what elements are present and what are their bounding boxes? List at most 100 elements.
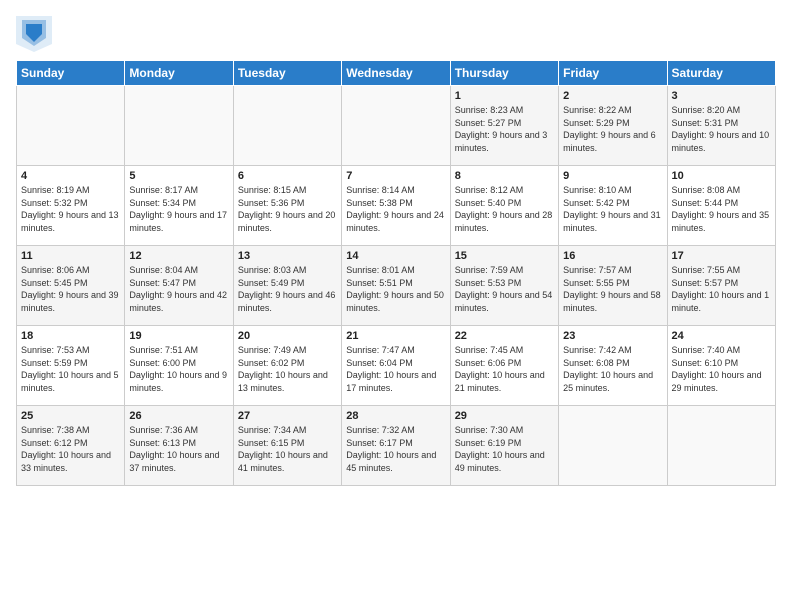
weekday-tuesday: Tuesday [233, 61, 341, 86]
day-number: 2 [563, 90, 662, 102]
calendar-cell [233, 86, 341, 166]
weekday-friday: Friday [559, 61, 667, 86]
calendar-cell: 26 Sunrise: 7:36 AM Sunset: 6:13 PM Dayli… [125, 406, 233, 486]
day-number: 10 [672, 170, 771, 182]
day-info: Sunrise: 7:34 AM Sunset: 6:15 PM Dayligh… [238, 424, 337, 474]
calendar-cell: 14Sunrise: 8:01 AM Sunset: 5:51 PM Dayli… [342, 246, 450, 326]
day-info: Sunrise: 8:19 AM Sunset: 5:32 PM Dayligh… [21, 184, 120, 234]
calendar-cell [125, 86, 233, 166]
day-number: 1 [455, 90, 554, 102]
calendar-cell: 21 Sunrise: 7:47 AM Sunset: 6:04 PM Dayli… [342, 326, 450, 406]
calendar-cell [667, 406, 775, 486]
day-number: 4 [21, 170, 120, 182]
day-number: 17 [672, 250, 771, 262]
day-number: 25 [21, 410, 120, 422]
day-number: 23 [563, 330, 662, 342]
calendar-table: SundayMondayTuesdayWednesdayThursdayFrid… [16, 60, 776, 486]
calendar-cell: 4 Sunrise: 8:19 AM Sunset: 5:32 PM Daylig… [17, 166, 125, 246]
day-info: Sunrise: 8:04 AM Sunset: 5:47 PM Dayligh… [129, 264, 228, 314]
calendar-cell: 3 Sunrise: 8:20 AM Sunset: 5:31 PM Daylig… [667, 86, 775, 166]
day-info: Sunrise: 7:36 AM Sunset: 6:13 PM Dayligh… [129, 424, 228, 474]
calendar-cell: 8 Sunrise: 8:12 AM Sunset: 5:40 PM Daylig… [450, 166, 558, 246]
calendar-cell: 25 Sunrise: 7:38 AM Sunset: 6:12 PM Dayli… [17, 406, 125, 486]
calendar-cell: 28 Sunrise: 7:32 AM Sunset: 6:17 PM Dayli… [342, 406, 450, 486]
day-number: 14 [346, 250, 445, 262]
day-info: Sunrise: 8:23 AM Sunset: 5:27 PM Dayligh… [455, 104, 554, 154]
day-info: Sunrise: 8:14 AM Sunset: 5:38 PM Dayligh… [346, 184, 445, 234]
calendar-cell [559, 406, 667, 486]
day-info: Sunrise: 8:15 AM Sunset: 5:36 PM Dayligh… [238, 184, 337, 234]
day-info: Sunrise: 8:12 AM Sunset: 5:40 PM Dayligh… [455, 184, 554, 234]
calendar-cell: 1 Sunrise: 8:23 AM Sunset: 5:27 PM Daylig… [450, 86, 558, 166]
day-info: Sunrise: 7:42 AM Sunset: 6:08 PM Dayligh… [563, 344, 662, 394]
calendar-cell: 2Sunrise: 8:22 AM Sunset: 5:29 PM Daylig… [559, 86, 667, 166]
day-number: 19 [129, 330, 228, 342]
day-number: 26 [129, 410, 228, 422]
day-number: 20 [238, 330, 337, 342]
day-number: 12 [129, 250, 228, 262]
day-info: Sunrise: 8:17 AM Sunset: 5:34 PM Dayligh… [129, 184, 228, 234]
calendar-cell: 18Sunrise: 7:53 AM Sunset: 5:59 PM Dayli… [17, 326, 125, 406]
week-row-0: 1 Sunrise: 8:23 AM Sunset: 5:27 PM Daylig… [17, 86, 776, 166]
calendar-cell: 16 Sunrise: 7:57 AM Sunset: 5:55 PM Dayli… [559, 246, 667, 326]
day-info: Sunrise: 7:32 AM Sunset: 6:17 PM Dayligh… [346, 424, 445, 474]
week-row-1: 4 Sunrise: 8:19 AM Sunset: 5:32 PM Daylig… [17, 166, 776, 246]
calendar-cell: 6 Sunrise: 8:15 AM Sunset: 5:36 PM Daylig… [233, 166, 341, 246]
page: SundayMondayTuesdayWednesdayThursdayFrid… [0, 0, 792, 496]
day-number: 18 [21, 330, 120, 342]
day-number: 15 [455, 250, 554, 262]
day-number: 24 [672, 330, 771, 342]
calendar-cell: 17 Sunrise: 7:55 AM Sunset: 5:57 PM Dayli… [667, 246, 775, 326]
day-number: 3 [672, 90, 771, 102]
calendar-cell: 12 Sunrise: 8:04 AM Sunset: 5:47 PM Dayli… [125, 246, 233, 326]
day-info: Sunrise: 7:40 AM Sunset: 6:10 PM Dayligh… [672, 344, 771, 394]
calendar-cell: 15 Sunrise: 7:59 AM Sunset: 5:53 PM Dayli… [450, 246, 558, 326]
logo [16, 16, 58, 52]
day-number: 29 [455, 410, 554, 422]
day-info: Sunrise: 7:30 AM Sunset: 6:19 PM Dayligh… [455, 424, 554, 474]
weekday-saturday: Saturday [667, 61, 775, 86]
calendar-cell: 11Sunrise: 8:06 AM Sunset: 5:45 PM Dayli… [17, 246, 125, 326]
day-info: Sunrise: 8:10 AM Sunset: 5:42 PM Dayligh… [563, 184, 662, 234]
calendar-cell: 27Sunrise: 7:34 AM Sunset: 6:15 PM Dayli… [233, 406, 341, 486]
day-info: Sunrise: 7:57 AM Sunset: 5:55 PM Dayligh… [563, 264, 662, 314]
calendar-cell: 10 Sunrise: 8:08 AM Sunset: 5:44 PM Dayli… [667, 166, 775, 246]
weekday-sunday: Sunday [17, 61, 125, 86]
calendar-cell: 24 Sunrise: 7:40 AM Sunset: 6:10 PM Dayli… [667, 326, 775, 406]
calendar-cell: 7Sunrise: 8:14 AM Sunset: 5:38 PM Daylig… [342, 166, 450, 246]
day-info: Sunrise: 8:06 AM Sunset: 5:45 PM Dayligh… [21, 264, 120, 314]
calendar-cell [17, 86, 125, 166]
calendar-cell: 5 Sunrise: 8:17 AM Sunset: 5:34 PM Daylig… [125, 166, 233, 246]
calendar-cell: 22Sunrise: 7:45 AM Sunset: 6:06 PM Dayli… [450, 326, 558, 406]
day-number: 8 [455, 170, 554, 182]
day-number: 5 [129, 170, 228, 182]
day-number: 28 [346, 410, 445, 422]
day-info: Sunrise: 7:47 AM Sunset: 6:04 PM Dayligh… [346, 344, 445, 394]
header [16, 16, 776, 52]
day-info: Sunrise: 8:03 AM Sunset: 5:49 PM Dayligh… [238, 264, 337, 314]
day-info: Sunrise: 7:55 AM Sunset: 5:57 PM Dayligh… [672, 264, 771, 314]
calendar-cell: 13 Sunrise: 8:03 AM Sunset: 5:49 PM Dayli… [233, 246, 341, 326]
calendar-cell: 9 Sunrise: 8:10 AM Sunset: 5:42 PM Daylig… [559, 166, 667, 246]
day-number: 6 [238, 170, 337, 182]
day-info: Sunrise: 8:20 AM Sunset: 5:31 PM Dayligh… [672, 104, 771, 154]
day-number: 9 [563, 170, 662, 182]
day-info: Sunrise: 7:59 AM Sunset: 5:53 PM Dayligh… [455, 264, 554, 314]
day-info: Sunrise: 7:49 AM Sunset: 6:02 PM Dayligh… [238, 344, 337, 394]
calendar-header: SundayMondayTuesdayWednesdayThursdayFrid… [17, 61, 776, 86]
calendar-cell: 20 Sunrise: 7:49 AM Sunset: 6:02 PM Dayli… [233, 326, 341, 406]
weekday-thursday: Thursday [450, 61, 558, 86]
weekday-monday: Monday [125, 61, 233, 86]
calendar-cell: 23 Sunrise: 7:42 AM Sunset: 6:08 PM Dayli… [559, 326, 667, 406]
day-number: 22 [455, 330, 554, 342]
calendar-cell: 29 Sunrise: 7:30 AM Sunset: 6:19 PM Dayli… [450, 406, 558, 486]
logo-icon [16, 16, 52, 52]
week-row-2: 11Sunrise: 8:06 AM Sunset: 5:45 PM Dayli… [17, 246, 776, 326]
day-number: 21 [346, 330, 445, 342]
day-info: Sunrise: 7:38 AM Sunset: 6:12 PM Dayligh… [21, 424, 120, 474]
calendar-cell: 19 Sunrise: 7:51 AM Sunset: 6:00 PM Dayli… [125, 326, 233, 406]
day-info: Sunrise: 8:08 AM Sunset: 5:44 PM Dayligh… [672, 184, 771, 234]
day-number: 13 [238, 250, 337, 262]
day-info: Sunrise: 7:51 AM Sunset: 6:00 PM Dayligh… [129, 344, 228, 394]
day-number: 16 [563, 250, 662, 262]
